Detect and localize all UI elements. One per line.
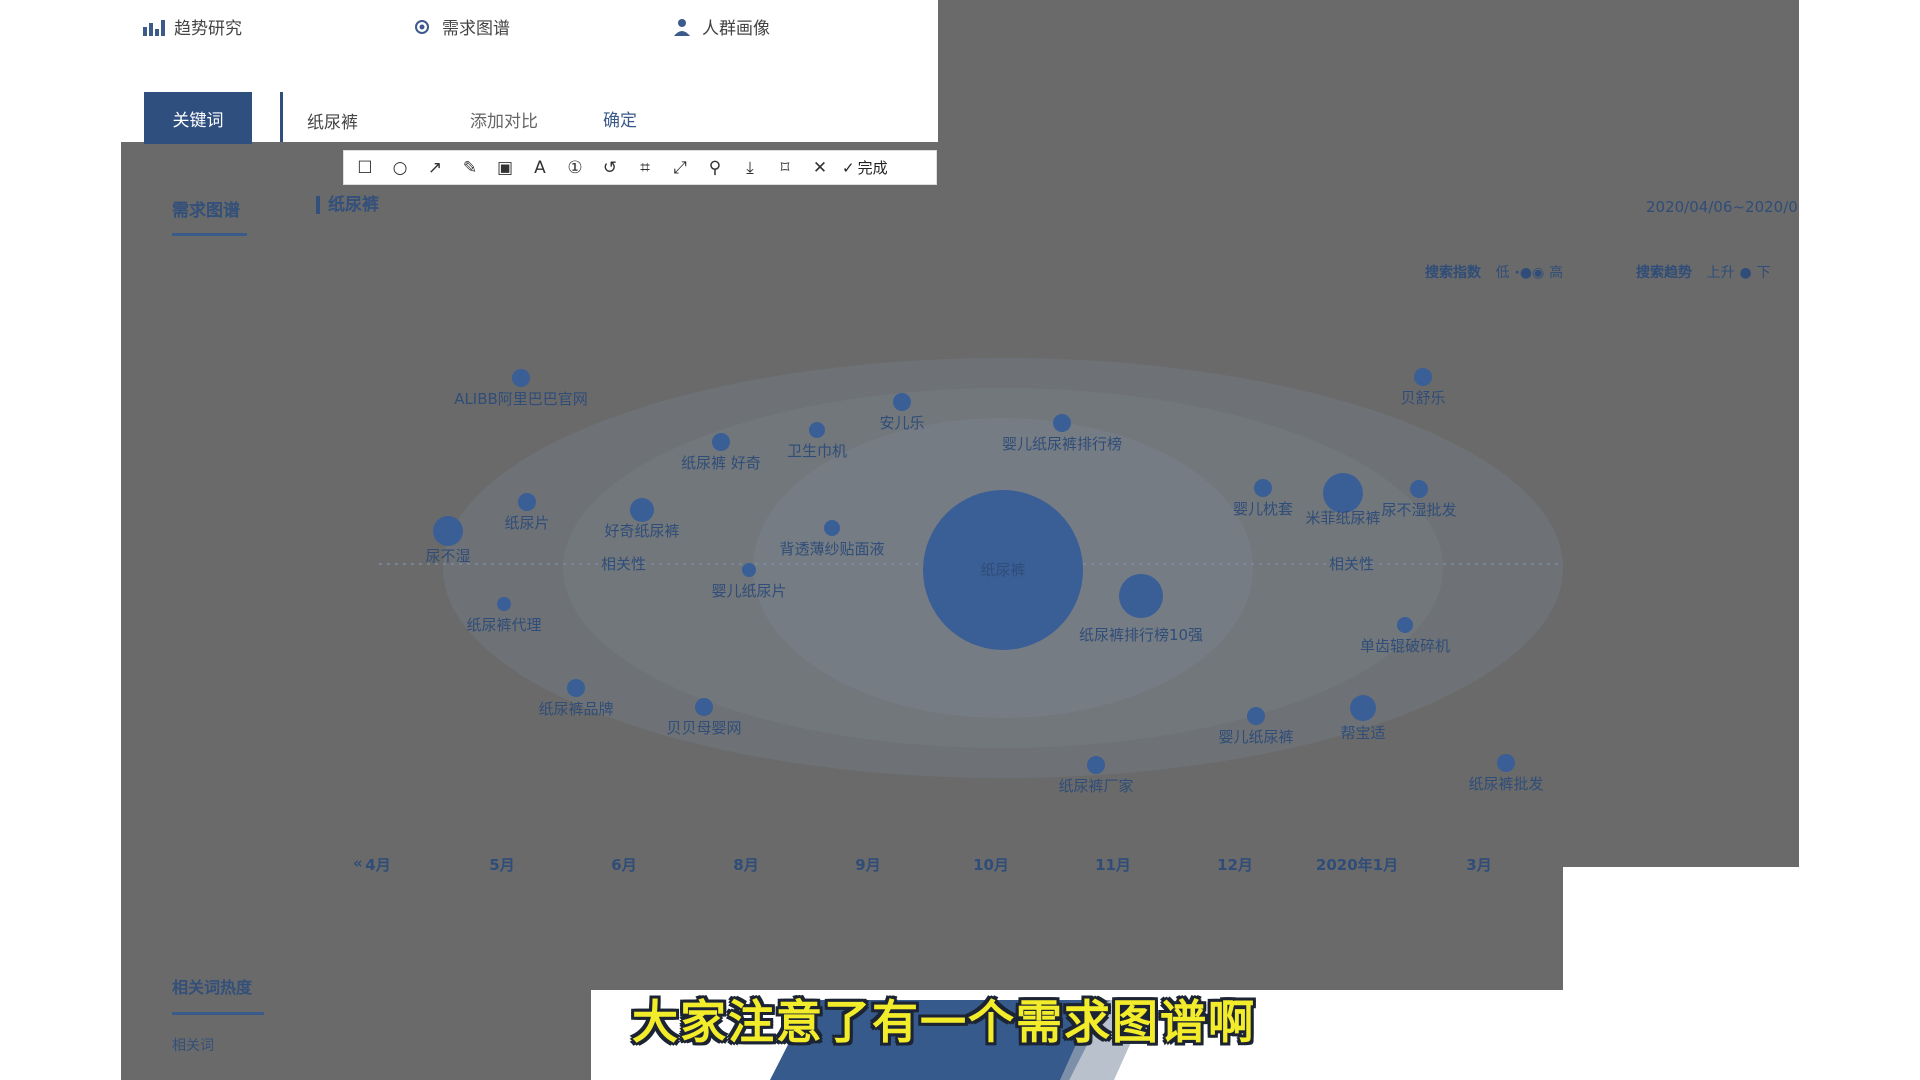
bubble-label: 婴儿纸尿裤: [1218, 728, 1293, 746]
radar-icon: [410, 16, 434, 38]
timeline-month-label: 9月: [855, 856, 880, 874]
timeline-month-label: 6月: [611, 856, 636, 874]
video-subtitle: 大家注意了有一个需求图谱啊: [632, 995, 1256, 1049]
bubble-label: 尿不湿批发: [1381, 501, 1456, 519]
timeline-month-label: 2020年1月: [1316, 856, 1398, 874]
add-compare-button[interactable]: 添加对比: [470, 107, 538, 132]
timeline-prev-icon: «: [353, 854, 363, 872]
bubble: [1053, 414, 1071, 432]
legend-search-trend-label: 搜索趋势: [1636, 265, 1692, 281]
timeline-month-label: 4月: [365, 856, 390, 874]
bubble: [824, 520, 840, 536]
confirm-button[interactable]: 确定: [603, 106, 637, 131]
bubble-label: 好奇纸尿裤: [604, 522, 679, 540]
center-bubble-label: 纸尿裤: [980, 561, 1025, 579]
bubble: [893, 393, 911, 411]
bubble: [809, 422, 825, 438]
timeline-month-label: 11月: [1095, 856, 1131, 874]
bubble: [1119, 574, 1163, 618]
nav-trend-research[interactable]: 趋势研究: [142, 14, 242, 39]
bubble: [1350, 695, 1376, 721]
timeline-month-label: 3月: [1466, 856, 1491, 874]
bubble-label: 单齿辊破碎机: [1360, 637, 1450, 655]
bubble-label: 尿不湿: [425, 547, 470, 565]
bubble-label: 贝贝母婴网: [666, 719, 741, 737]
bubble-label: 纸尿裤排行榜10强: [1079, 626, 1203, 644]
timeline-month-label: 8月: [733, 856, 758, 874]
bubble: [518, 493, 536, 511]
bubble-label: 纸尿片: [504, 514, 549, 532]
keyword-value: 纸尿裤: [307, 113, 358, 133]
bubble-label: 帮宝适: [1340, 724, 1385, 742]
bubble: [1247, 707, 1265, 725]
axis-label-right: 相关性: [1329, 555, 1374, 573]
bubble-label: 纸尿裤厂家: [1058, 777, 1133, 795]
demand-bubble-map: 相关性 相关性 纸尿裤 ALIBB阿里巴巴官网安儿乐卫生巾机纸尿裤 好奇 婴儿纸尿裤排行…: [353, 358, 1563, 874]
bubble-label: 背透薄纱贴面液: [779, 540, 884, 558]
bubble: [630, 498, 654, 522]
bubble-label: 纸尿裤批发: [1468, 775, 1543, 793]
nav-crowd-portrait[interactable]: 人群画像: [670, 14, 770, 39]
bubble: [742, 563, 756, 577]
axis-label-left: 相关性: [601, 555, 646, 573]
legend-down: 下: [1756, 265, 1771, 281]
timeline-month-label: 12月: [1217, 856, 1253, 874]
bubble-label: 卫生巾机: [787, 442, 847, 460]
bubble-label: 婴儿枕套: [1233, 500, 1293, 518]
related-heat-underline: [172, 1012, 264, 1015]
bubble-label: 贝舒乐: [1400, 389, 1445, 407]
legend-search-trend: 搜索趋势 上升 ● 下: [1636, 262, 1771, 282]
bubble-label: 米菲纸尿裤: [1305, 509, 1380, 527]
nav-label: 需求图谱: [442, 19, 510, 39]
bubble-label: 纸尿裤 好奇: [681, 454, 761, 472]
bubble: [1254, 479, 1272, 497]
bubble-label: 婴儿纸尿片: [711, 582, 786, 600]
bubble-label: 纸尿裤代理: [466, 616, 541, 634]
bubble: [1323, 473, 1363, 513]
legend-up: 上升: [1706, 265, 1735, 281]
bubble-label: 婴儿纸尿裤排行榜: [1002, 435, 1122, 453]
bubble: [1397, 617, 1413, 633]
bubble: [497, 597, 511, 611]
bubble: [1087, 756, 1105, 774]
timeline-month-label: 5月: [489, 856, 514, 874]
bubble: [512, 369, 530, 387]
bubble: [433, 516, 463, 546]
nav-label: 人群画像: [702, 19, 770, 39]
related-heat-title: 相关词热度: [172, 978, 253, 997]
bubble: [567, 679, 585, 697]
bubble: [1410, 480, 1428, 498]
bar-chart-icon: [142, 16, 166, 38]
bubble-label: 纸尿裤品牌: [538, 700, 613, 718]
related-word-column: 相关词: [172, 1038, 214, 1054]
bubble: [1497, 754, 1515, 772]
bubble: [1414, 368, 1432, 386]
blank-area: [1566, 867, 1920, 1080]
bubble: [712, 433, 730, 451]
timeline-month-label: 10月: [973, 856, 1009, 874]
bubble-label: 安儿乐: [879, 414, 924, 432]
date-range[interactable]: 2020/04/06~2020/0: [1646, 198, 1798, 216]
legend-up-dot: ●: [1739, 265, 1752, 281]
keyword-tab[interactable]: 关键词: [144, 92, 252, 144]
user-icon: [670, 16, 694, 38]
bubble-label: ALIBB阿里巴巴官网: [454, 390, 588, 408]
nav-label: 趋势研究: [174, 19, 242, 39]
bubble: [695, 698, 713, 716]
nav-demand-graph[interactable]: 需求图谱: [410, 14, 510, 39]
